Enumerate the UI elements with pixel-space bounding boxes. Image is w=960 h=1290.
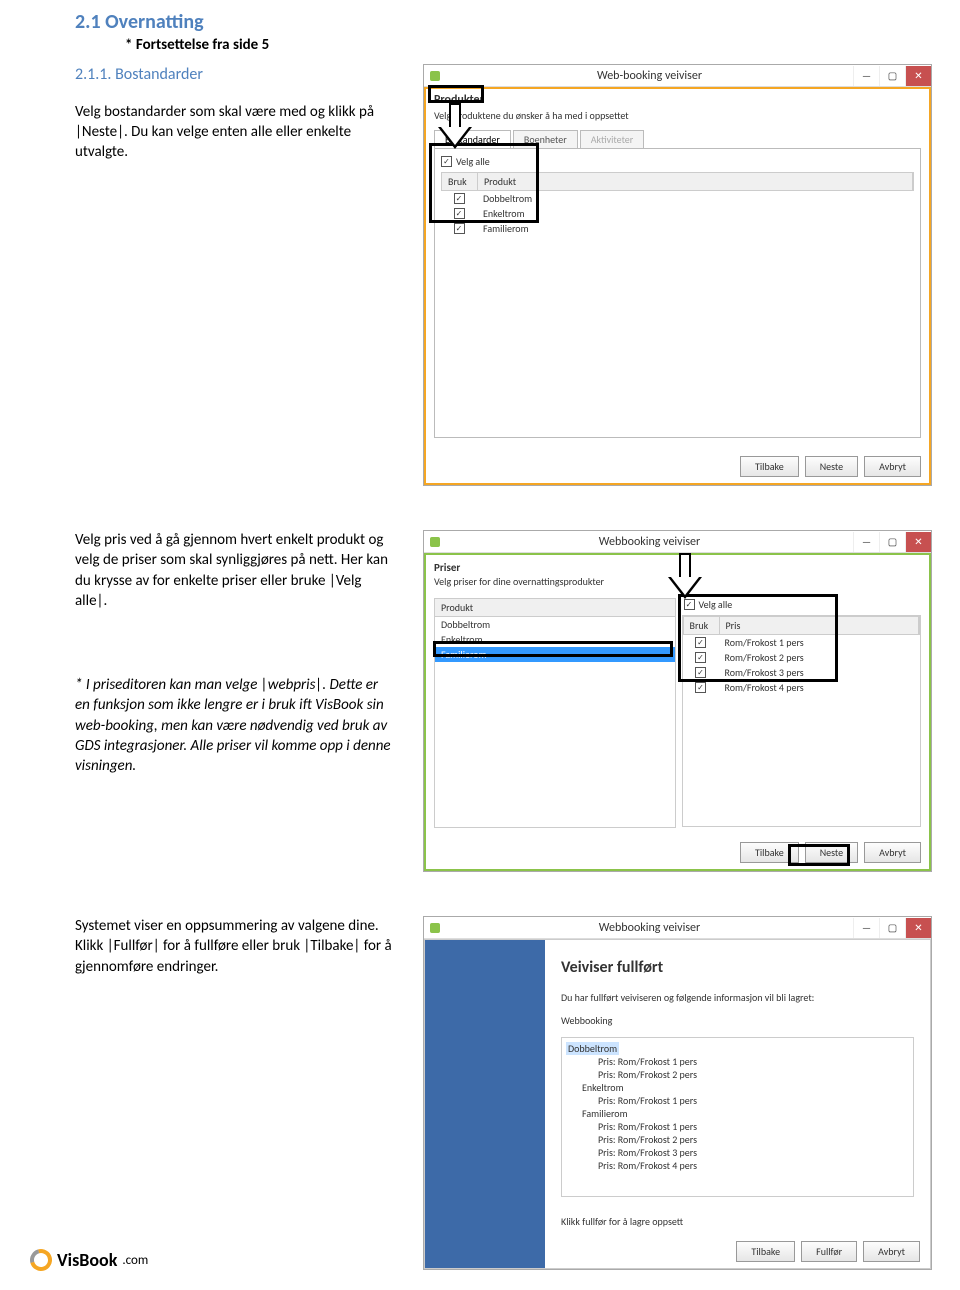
table-row[interactable]: ✓ Enkeltrom bbox=[441, 206, 914, 221]
cancel-button[interactable]: Avbryt bbox=[863, 1241, 920, 1262]
tree-node: Dobbeltrom bbox=[566, 1042, 619, 1055]
window-titlebar: Webbooking veiviser — ▢ ✕ bbox=[424, 531, 931, 553]
row-checkbox[interactable]: ✓ bbox=[695, 682, 706, 693]
window-icon bbox=[430, 537, 440, 547]
maximize-button[interactable]: ▢ bbox=[879, 532, 905, 552]
wizard-save-note: Klikk fullfør for å lagre oppsett bbox=[561, 1215, 914, 1228]
continuation-note: * Fortsettelse fra side 5 bbox=[125, 36, 932, 54]
footer-logo: VisBook .com bbox=[30, 1249, 148, 1271]
wizard-complete-heading: Veiviser fullført bbox=[561, 958, 914, 977]
window-icon bbox=[430, 71, 440, 81]
close-button[interactable]: ✕ bbox=[905, 918, 931, 938]
tree-leaf: Pris: Rom/Frokost 3 pers bbox=[598, 1146, 909, 1159]
tree-node: Enkeltrom bbox=[582, 1081, 909, 1094]
col-bruk: Bruk bbox=[442, 173, 478, 190]
maximize-button[interactable]: ▢ bbox=[879, 66, 905, 86]
brand-name: VisBook bbox=[57, 1249, 117, 1271]
back-button[interactable]: Tilbake bbox=[736, 1241, 795, 1262]
close-button[interactable]: ✕ bbox=[905, 532, 931, 552]
price-name: Rom/Frokost 2 pers bbox=[719, 651, 921, 664]
tab-aktiviteter[interactable]: Aktiviteter bbox=[580, 130, 645, 148]
table-row[interactable]: ✓ Familierom bbox=[441, 221, 914, 236]
produkter-subtext: Velg produktene du ønsker å ha med i opp… bbox=[434, 109, 929, 122]
tree-leaf: Pris: Rom/Frokost 1 pers bbox=[598, 1094, 909, 1107]
table-row[interactable]: ✓ Rom/Frokost 3 pers bbox=[683, 665, 921, 680]
paragraph-1: Velg bostandarder som skal være med og k… bbox=[75, 102, 395, 163]
back-button[interactable]: Tilbake bbox=[740, 842, 799, 863]
product-list: Produkt Dobbeltrom Enkeltrom Familierom bbox=[434, 598, 676, 828]
next-button[interactable]: Neste bbox=[805, 456, 858, 477]
window-titlebar: Webbooking veiviser — ▢ ✕ bbox=[424, 917, 931, 939]
wizard-sidebar bbox=[425, 940, 545, 1268]
screenshot-1: Web-booking veiviser — ▢ ✕ Produkter Vel… bbox=[423, 64, 932, 486]
subheading: 2.1.1. Bostandarder bbox=[75, 64, 395, 86]
select-all-label: Velg alle bbox=[456, 155, 490, 168]
logo-ring-icon bbox=[26, 1245, 56, 1275]
col-bruk: Bruk bbox=[684, 617, 720, 634]
col-produkt: Produkt bbox=[478, 173, 913, 190]
table-row[interactable]: ✓ Dobbeltrom bbox=[441, 191, 914, 206]
price-name: Rom/Frokost 1 pers bbox=[719, 636, 921, 649]
close-button[interactable]: ✕ bbox=[905, 66, 931, 86]
tree-node: Familierom bbox=[582, 1107, 909, 1120]
price-name: Rom/Frokost 3 pers bbox=[719, 666, 921, 679]
section-title: 2.1 Overnatting bbox=[75, 10, 932, 34]
window-icon bbox=[430, 923, 440, 933]
screenshot-2: Webbooking veiviser — ▢ ✕ Priser Velg pr… bbox=[423, 530, 932, 872]
tree-leaf: Pris: Rom/Frokost 1 pers bbox=[598, 1120, 909, 1133]
select-all-label: Velg alle bbox=[699, 598, 733, 611]
product-name: Familierom bbox=[477, 222, 914, 235]
row-checkbox[interactable]: ✓ bbox=[695, 652, 706, 663]
finish-button[interactable]: Fullfør bbox=[801, 1241, 857, 1262]
minimize-button[interactable]: — bbox=[853, 532, 879, 552]
list-item-selected[interactable]: Familierom bbox=[435, 647, 675, 662]
row-checkbox[interactable]: ✓ bbox=[454, 223, 465, 234]
list-item[interactable]: Dobbeltrom bbox=[435, 617, 675, 632]
row-checkbox[interactable]: ✓ bbox=[695, 667, 706, 678]
table-row[interactable]: ✓ Rom/Frokost 2 pers bbox=[683, 650, 921, 665]
list-item[interactable]: Enkeltrom bbox=[435, 632, 675, 647]
minimize-button[interactable]: — bbox=[853, 918, 879, 938]
select-all-checkbox[interactable]: ✓ bbox=[441, 156, 452, 167]
tab-boenheter[interactable]: Boenheter bbox=[513, 130, 578, 148]
next-button[interactable]: Neste bbox=[805, 842, 858, 863]
product-header: Produkt bbox=[435, 599, 675, 617]
paragraph-4: Systemet viser en oppsummering av valgen… bbox=[75, 916, 395, 977]
price-name: Rom/Frokost 4 pers bbox=[719, 681, 921, 694]
minimize-button[interactable]: — bbox=[853, 66, 879, 86]
webbooking-label: Webbooking bbox=[561, 1014, 914, 1027]
cancel-button[interactable]: Avbryt bbox=[864, 456, 921, 477]
tree-leaf: Pris: Rom/Frokost 2 pers bbox=[598, 1133, 909, 1146]
arrow-icon bbox=[438, 103, 470, 151]
row-checkbox[interactable]: ✓ bbox=[454, 193, 465, 204]
screenshot-3: Webbooking veiviser — ▢ ✕ Veiviser fullf… bbox=[423, 916, 932, 1270]
maximize-button[interactable]: ▢ bbox=[879, 918, 905, 938]
window-title: Webbooking veiviser bbox=[446, 921, 853, 935]
cancel-button[interactable]: Avbryt bbox=[864, 842, 921, 863]
arrow-icon bbox=[668, 553, 700, 601]
tree-leaf: Pris: Rom/Frokost 2 pers bbox=[598, 1068, 909, 1081]
table-row[interactable]: ✓ Rom/Frokost 4 pers bbox=[683, 680, 921, 695]
price-list: Bruk Pris ✓ Rom/Frokost 1 pers ✓ Rom/Fro… bbox=[682, 615, 922, 827]
col-pris: Pris bbox=[720, 617, 920, 634]
brand-tld: .com bbox=[122, 1253, 148, 1268]
window-title: Web-booking veiviser bbox=[446, 69, 853, 83]
product-name: Enkeltrom bbox=[477, 207, 914, 220]
paragraph-2: Velg pris ved å gå gjennom hvert enkelt … bbox=[75, 530, 395, 611]
tree-leaf: Pris: Rom/Frokost 1 pers bbox=[598, 1055, 909, 1068]
window-titlebar: Web-booking veiviser — ▢ ✕ bbox=[424, 65, 931, 87]
row-checkbox[interactable]: ✓ bbox=[454, 208, 465, 219]
product-name: Dobbeltrom bbox=[477, 192, 914, 205]
back-button[interactable]: Tilbake bbox=[740, 456, 799, 477]
table-row[interactable]: ✓ Rom/Frokost 1 pers bbox=[683, 635, 921, 650]
paragraph-3-note: * I priseditoren kan man velge |webpris|… bbox=[75, 675, 395, 776]
tree-leaf: Pris: Rom/Frokost 4 pers bbox=[598, 1159, 909, 1172]
window-title: Webbooking veiviser bbox=[446, 535, 853, 549]
wizard-complete-text: Du har fullført veiviseren og følgende i… bbox=[561, 991, 914, 1004]
produkter-heading: Produkter bbox=[434, 93, 929, 107]
row-checkbox[interactable]: ✓ bbox=[695, 637, 706, 648]
summary-tree: Dobbeltrom Pris: Rom/Frokost 1 pers Pris… bbox=[561, 1037, 914, 1197]
